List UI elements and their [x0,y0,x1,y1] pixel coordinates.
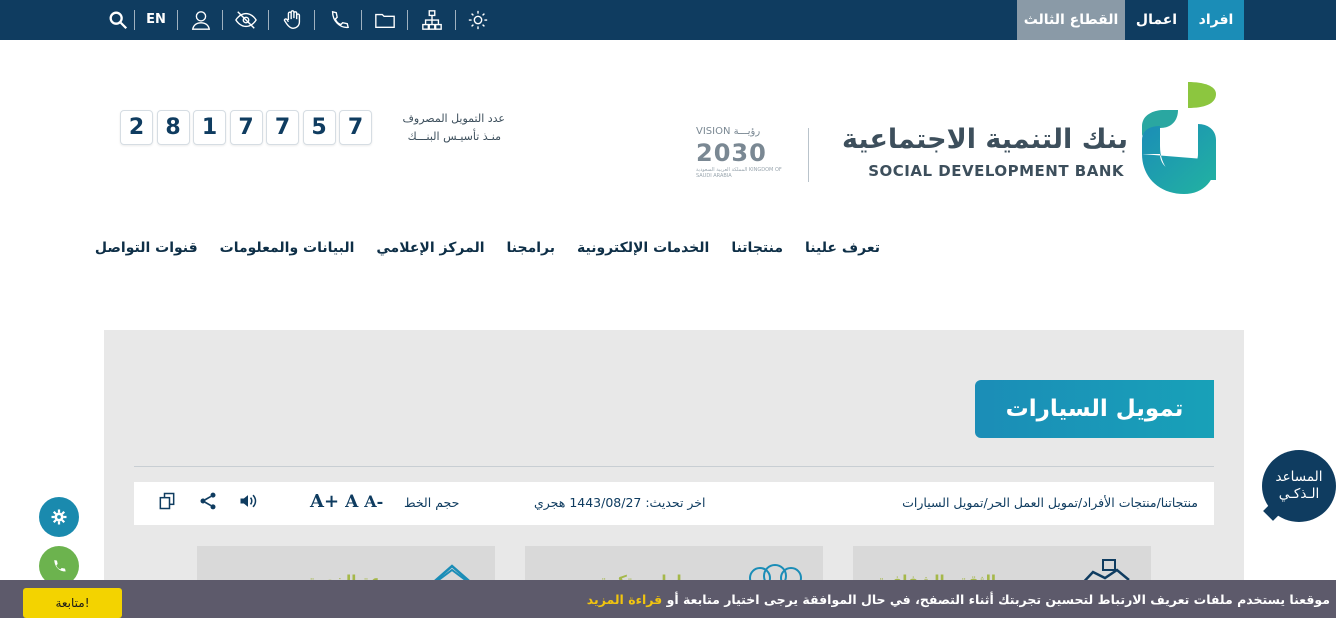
counter-digit: 7 [266,110,299,145]
breadcrumb[interactable]: منتجاتنا/منتجات الأفراد/تمويل العمل الحر… [902,495,1198,510]
search-icon[interactable] [105,7,131,33]
last-updated: اخر تحديث: 1443/08/27 هجري [534,495,706,510]
main-nav: تعرف علينا منتجاتنا الخدمات الإلكترونية … [95,240,880,266]
sitemap-icon[interactable] [419,7,445,33]
assistant-label: المساعد [1275,469,1323,485]
smart-assistant-button[interactable]: المساعد الـذكـي [1262,450,1336,522]
separator [222,10,223,30]
vision-year: 2030 [696,139,767,167]
header-divider [808,128,809,182]
nav-products[interactable]: منتجاتنا [731,240,783,266]
nav-about[interactable]: تعرف علينا [805,240,880,266]
bank-logo[interactable] [1138,80,1218,196]
accessibility-settings-icon[interactable] [465,7,491,33]
tab-individuals[interactable]: افراد [1188,0,1244,40]
counter-digit: 5 [302,110,336,145]
bank-name-arabic: بنك التنمية الاجتماعية [842,124,1128,155]
settings-button[interactable] [39,497,79,537]
counter-digit: 2 [120,110,153,145]
counter-label: عدد التمويل المصروف [402,112,505,125]
read-more-link[interactable]: قراءة المزيد [587,592,662,607]
separator [177,10,178,30]
title-divider [134,466,1214,467]
page-toolbar: منتجاتنا/منتجات الأفراد/تمويل العمل الحر… [134,482,1214,525]
font-increase-button[interactable]: A+ [310,491,339,512]
cookie-accept-button[interactable]: متابعة! [23,588,122,618]
font-decrease-button[interactable]: A- [364,492,383,511]
funding-counter: 2 8 1 7 7 5 7 [120,110,376,146]
vision-subtitle: المملكة العربية السعودية KINGDOM OF SAUD… [696,167,782,179]
gear-icon [51,509,67,525]
counter-digit: 8 [156,110,190,145]
cookie-message-text: موقعنا يستخدم ملفات تعريف الارتباط لتحسي… [662,592,1330,607]
counter-digit: 7 [339,110,372,145]
copy-icon[interactable] [157,491,179,513]
language-switch[interactable]: EN [140,8,172,30]
tab-business[interactable]: اعمال [1125,0,1188,40]
cookie-message: موقعنا يستخدم ملفات تعريف الارتباط لتحسي… [587,592,1330,607]
nav-contact-channels[interactable]: قنوات التواصل [95,240,198,266]
eye-slash-icon[interactable] [233,7,259,33]
folder-icon[interactable] [372,7,398,33]
separator [134,10,135,30]
font-normal-button[interactable]: A [345,492,358,512]
cookie-banner: موقعنا يستخدم ملفات تعريف الارتباط لتحسي… [0,580,1336,618]
separator [361,10,362,30]
top-bar: افراد اعمال القطاع الثالث EN [0,0,1336,40]
sign-language-icon[interactable] [280,7,306,33]
separator [455,10,456,30]
phone-icon[interactable] [326,7,352,33]
phone-icon [54,560,66,572]
font-size-controls: A+ A A- [310,491,383,512]
page-title: تمويل السيارات [975,380,1214,438]
share-icon[interactable] [198,491,220,513]
nav-media-center[interactable]: المركز الإعلامي [376,240,484,266]
counter-digit: 7 [229,110,263,145]
separator [314,10,315,30]
vision-label: VISION رؤيـــة [696,126,761,137]
counter-digit: 1 [193,110,226,145]
speaker-icon[interactable] [238,491,260,513]
user-icon[interactable] [188,7,214,33]
font-size-label: حجم الخط [404,495,460,510]
bank-name-english: SOCIAL DEVELOPMENT BANK [868,162,1124,180]
nav-e-services[interactable]: الخدمات الإلكترونية [577,240,709,266]
counter-sublabel: منـذ تأسيـس البنـــك [407,130,501,143]
tab-third-sector[interactable]: القطاع الثالث [1017,0,1125,40]
assistant-label-2: الـذكـي [1278,486,1320,502]
nav-data-info[interactable]: البيانات والمعلومات [220,240,355,266]
separator [407,10,408,30]
nav-programs[interactable]: برامجنا [507,240,556,266]
separator [268,10,269,30]
vision-2030-logo[interactable]: VISION رؤيـــة 2030 المملكة العربية السع… [696,126,782,184]
